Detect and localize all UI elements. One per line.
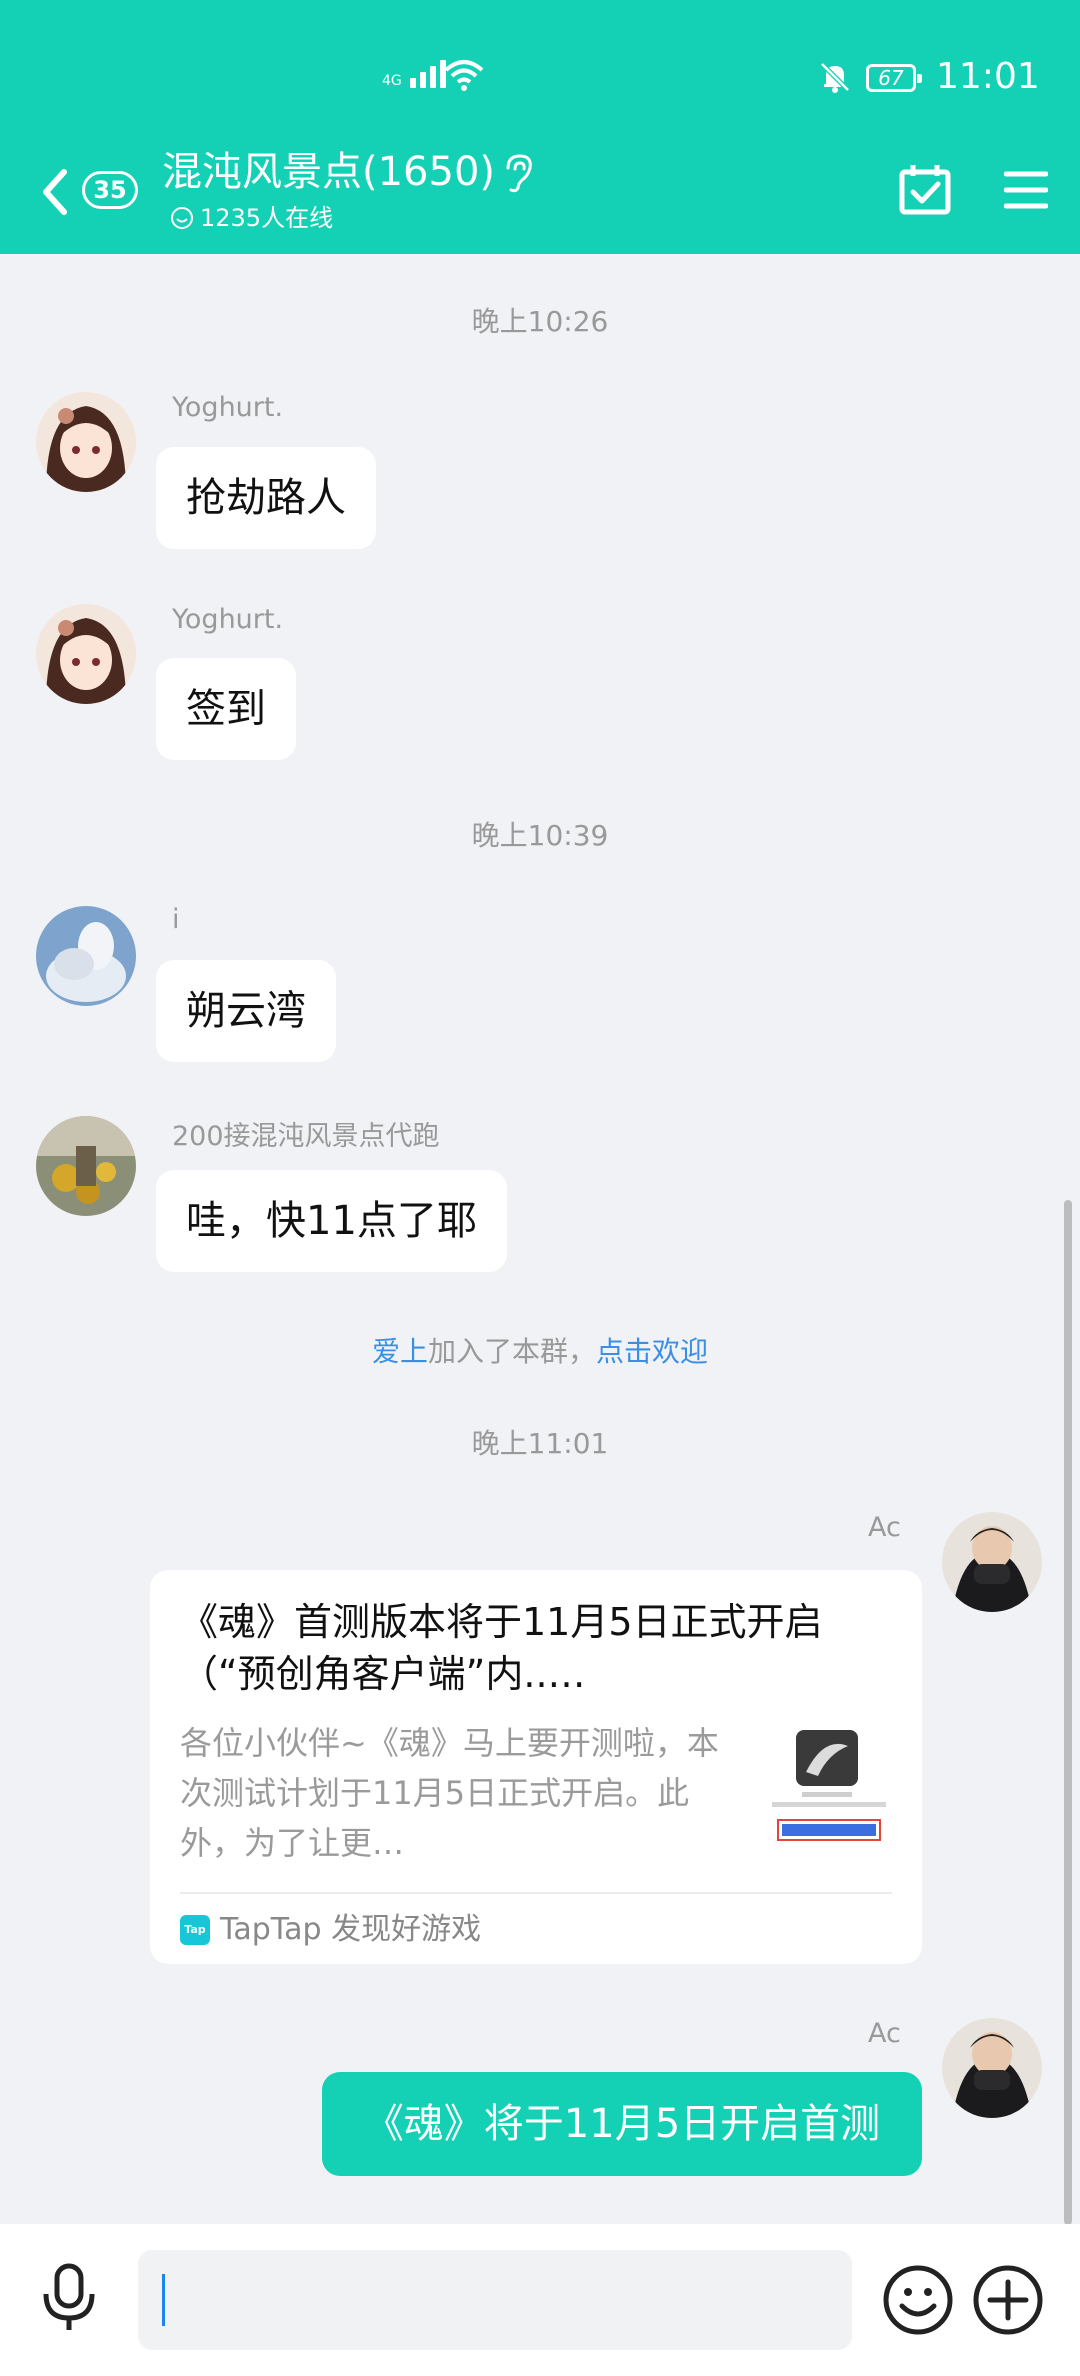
- online-status: 1235人在线: [170, 202, 333, 234]
- card-thumbnail: [762, 1726, 896, 1852]
- menu-icon[interactable]: [1004, 170, 1048, 210]
- sender-name: i: [172, 904, 180, 935]
- microphone-icon[interactable]: [40, 2262, 98, 2334]
- avatar[interactable]: [36, 392, 136, 492]
- taptap-logo-icon: Tap: [180, 1915, 210, 1945]
- ear-icon[interactable]: [500, 152, 536, 194]
- sender-name: Yoghurt.: [172, 604, 284, 635]
- scrollbar[interactable]: [1064, 1200, 1072, 2225]
- card-divider: [180, 1892, 892, 1894]
- avatar[interactable]: [36, 604, 136, 704]
- calendar-check-icon[interactable]: [898, 162, 952, 216]
- cellular-signal-icon: 4G: [382, 60, 446, 88]
- input-bar: [0, 2224, 1080, 2376]
- header-bar: 4G 67 11:01 35 混沌风景点(1650) 1235人在线: [0, 0, 1080, 254]
- card-title: 《魂》首测版本将于11月5日正式开启（“预创角客户端”内..…: [180, 1600, 823, 1696]
- battery-icon: 67: [866, 64, 922, 92]
- back-arrow-icon[interactable]: [36, 164, 72, 220]
- sender-name: Ac: [868, 1512, 901, 1543]
- new-member-name[interactable]: 爱上: [372, 1335, 428, 1368]
- avatar[interactable]: [942, 2018, 1042, 2118]
- network-type-label: 4G: [382, 73, 402, 89]
- chat-screen: 4G 67 11:01 35 混沌风景点(1650) 1235人在线 晚上10:…: [0, 0, 1080, 2376]
- avatar[interactable]: [36, 906, 136, 1006]
- message-bubble[interactable]: 朔云湾: [156, 960, 336, 1062]
- message-input[interactable]: [138, 2250, 852, 2350]
- welcome-link[interactable]: 点击欢迎: [596, 1335, 708, 1368]
- text-caret: [162, 2274, 165, 2326]
- online-count-label: 1235人在线: [200, 204, 334, 232]
- avatar[interactable]: [36, 1116, 136, 1216]
- message-bubble[interactable]: 签到: [156, 658, 296, 760]
- card-description: 各位小伙伴~《魂》马上要开测啦，本次测试计划于11月5日正式开启。此外，为了让更…: [180, 1724, 719, 1862]
- sent-message-bubble[interactable]: 《魂》将于11月5日开启首测: [322, 2072, 922, 2176]
- message-bubble[interactable]: 哇，快11点了耶: [156, 1170, 507, 1272]
- wifi-icon: [444, 60, 484, 91]
- message-bubble[interactable]: 抢劫路人: [156, 447, 376, 549]
- avatar[interactable]: [942, 1512, 1042, 1612]
- group-title[interactable]: 混沌风景点(1650): [162, 146, 495, 198]
- unread-count-badge[interactable]: 35: [82, 171, 138, 209]
- clock: 11:01: [936, 56, 1040, 97]
- joined-text: 加入了本群，: [427, 1335, 596, 1368]
- link-card[interactable]: 《魂》首测版本将于11月5日正式开启（“预创角客户端”内..… 各位小伙伴~《魂…: [150, 1570, 922, 1964]
- timestamp: 晚上10:39: [471, 819, 609, 852]
- sender-name: Ac: [868, 2018, 901, 2049]
- emoji-icon[interactable]: [882, 2264, 954, 2336]
- timestamp: 晚上10:26: [471, 305, 609, 338]
- status-bar: 4G 67 11:01: [0, 0, 1080, 160]
- plus-icon[interactable]: [972, 2264, 1044, 2336]
- system-notice: 爱上加入了本群，点击欢迎: [0, 1330, 1080, 1370]
- card-source: Tap TapTap 发现好游戏: [180, 1906, 481, 1954]
- mute-bell-icon: [820, 62, 850, 93]
- sender-name: 200接混沌风景点代跑: [172, 1121, 440, 1152]
- smile-circle-icon: [171, 207, 193, 229]
- sender-name: Yoghurt.: [172, 392, 284, 423]
- timestamp: 晚上11:01: [471, 1427, 609, 1460]
- card-source-label: TapTap 发现好游戏: [220, 1912, 482, 1947]
